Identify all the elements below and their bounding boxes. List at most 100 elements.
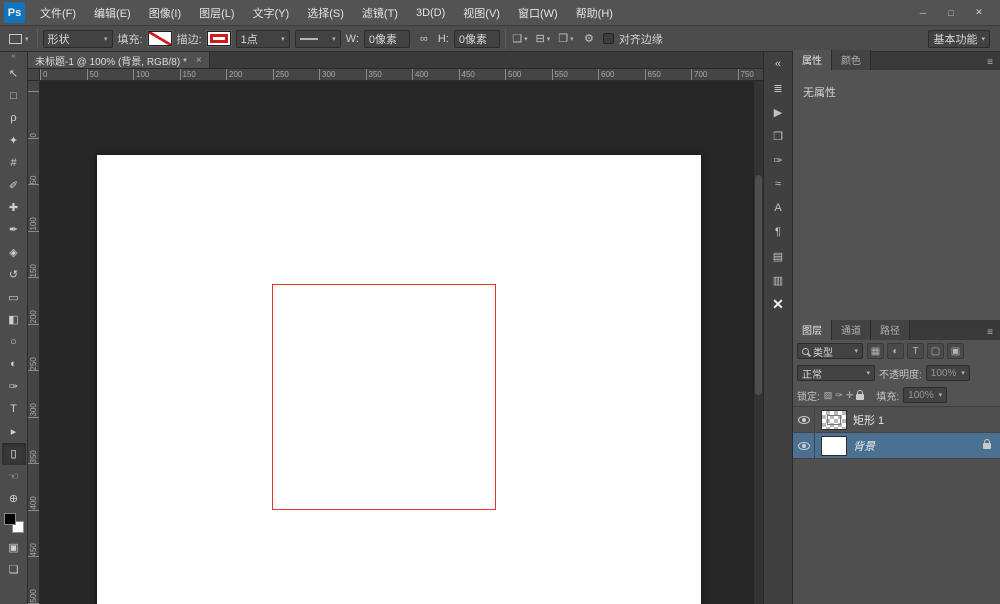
quick-mask-button[interactable]: ▣	[2, 536, 26, 558]
canvas-viewport[interactable]	[40, 81, 753, 604]
menu-item[interactable]: 窗口(W)	[509, 0, 567, 25]
menu-item[interactable]: 选择(S)	[298, 0, 353, 25]
menu-item[interactable]: 图像(I)	[140, 0, 190, 25]
type-tool[interactable]: T	[2, 398, 26, 420]
panel-menu-icon[interactable]: ≡	[980, 325, 1000, 340]
menu-item[interactable]: 文字(Y)	[244, 0, 299, 25]
expand-panels-icon[interactable]: «	[767, 55, 789, 73]
quick-selection-tool[interactable]: ✦	[2, 129, 26, 151]
menu-item[interactable]: 滤镜(T)	[353, 0, 407, 25]
maximize-button[interactable]: □	[938, 5, 964, 21]
vertical-scrollbar[interactable]	[753, 81, 763, 604]
move-tool[interactable]: ↖	[2, 62, 26, 84]
fill-opacity-select[interactable]: 100% ▾	[903, 387, 947, 403]
blur-tool[interactable]: ○	[2, 331, 26, 353]
history-brush-tool[interactable]: ↺	[2, 264, 26, 286]
canvas-page[interactable]	[97, 155, 701, 604]
filter-adjustment-layers-icon[interactable]: ◐	[887, 343, 904, 359]
history-panel-icon[interactable]: ≣	[767, 79, 789, 97]
foreground-color-swatch[interactable]	[4, 513, 16, 525]
crop-tool[interactable]: #	[2, 152, 26, 174]
layer-filter-select[interactable]: 类型 ▾	[797, 343, 863, 359]
fill-color-swatch[interactable]	[148, 31, 172, 46]
tab-paths[interactable]: 路径	[871, 320, 910, 340]
clone-stamp-tool[interactable]: ◈	[2, 241, 26, 263]
healing-brush-tool[interactable]: ✚	[2, 196, 26, 218]
menu-item[interactable]: 编辑(E)	[85, 0, 140, 25]
zoom-tool[interactable]: ⊕	[2, 487, 26, 509]
layer-row-rectangle[interactable]: 矩形 1	[793, 407, 1000, 433]
layer-name[interactable]: 矩形 1	[853, 412, 884, 428]
tool-preset-picker[interactable]: ▾	[6, 32, 32, 46]
blend-mode-select[interactable]: 正常 ▾	[797, 365, 875, 381]
pen-tool[interactable]: ✑	[2, 375, 26, 397]
geometry-options-button[interactable]: ⚙	[580, 29, 598, 49]
workspace-switcher[interactable]: 基本功能 ▾	[928, 30, 990, 48]
path-alignment-button[interactable]: ⊟ ▾	[534, 29, 552, 49]
foreground-background-swatches[interactable]	[4, 513, 24, 533]
close-button[interactable]: ✕	[966, 5, 992, 21]
filter-smart-objects-icon[interactable]: ▣	[947, 343, 964, 359]
stroke-type-select[interactable]: ▾	[295, 30, 341, 48]
path-arrange-button[interactable]: ❐ ▾	[557, 29, 575, 49]
rectangle-tool[interactable]: ▯	[2, 443, 26, 465]
tab-channels[interactable]: 通道	[832, 320, 871, 340]
menu-item[interactable]: 视图(V)	[454, 0, 509, 25]
scrollbar-thumb[interactable]	[755, 175, 762, 395]
clone-source-panel-icon[interactable]: ❐	[767, 127, 789, 145]
align-edges-checkbox[interactable]	[603, 33, 614, 44]
filter-type-layers-icon[interactable]: T	[907, 343, 924, 359]
layer-row-background[interactable]: 背景	[793, 433, 1000, 459]
eyedropper-tool[interactable]: ✐	[2, 174, 26, 196]
character-panel-icon[interactable]: A	[767, 199, 789, 217]
info-panel-icon[interactable]: ▤	[767, 247, 789, 265]
layer-name[interactable]: 背景	[853, 438, 875, 454]
rectangle-shape[interactable]	[272, 284, 496, 510]
actions-panel-icon[interactable]: ▶	[767, 103, 789, 121]
filter-shape-layers-icon[interactable]: ▢	[927, 343, 944, 359]
menu-item[interactable]: 文件(F)	[31, 0, 85, 25]
layer-thumbnail[interactable]	[821, 436, 847, 456]
lasso-tool[interactable]: ρ	[2, 107, 26, 129]
lock-all-icon[interactable]	[856, 394, 864, 400]
lock-transparent-icon[interactable]: ▨	[824, 390, 833, 401]
tool-presets-panel-icon[interactable]: ✑	[767, 151, 789, 169]
filter-pixel-layers-icon[interactable]: ▦	[867, 343, 884, 359]
eraser-tool[interactable]: ▭	[2, 286, 26, 308]
toolbar-collapse-icon[interactable]: «	[12, 52, 16, 62]
opacity-select[interactable]: 100% ▾	[926, 365, 970, 381]
screen-mode-button[interactable]: ❏	[2, 558, 26, 580]
visibility-toggle[interactable]	[793, 433, 815, 458]
paragraph-panel-icon[interactable]: ¶	[767, 223, 789, 241]
tab-properties[interactable]: 属性	[793, 50, 832, 70]
document-tab[interactable]: 未标题-1 @ 100% (背景, RGB/8) * ×	[28, 52, 210, 68]
tab-layers[interactable]: 图层	[793, 320, 832, 340]
tab-color[interactable]: 颜色	[832, 50, 871, 70]
link-dimensions-icon[interactable]: ∞	[415, 29, 433, 49]
layer-thumbnail[interactable]	[821, 410, 847, 430]
close-panel-icon[interactable]: ✕	[767, 295, 789, 313]
close-tab-icon[interactable]: ×	[196, 55, 202, 66]
width-input[interactable]: 0像素	[364, 30, 410, 48]
minimize-button[interactable]: ─	[910, 5, 936, 21]
path-operations-button[interactable]: ❑ ▾	[511, 29, 529, 49]
stroke-color-swatch[interactable]	[207, 31, 231, 46]
height-input[interactable]: 0像素	[454, 30, 500, 48]
brush-tool[interactable]: ✒	[2, 219, 26, 241]
dodge-tool[interactable]: ◐	[2, 353, 26, 375]
hand-tool[interactable]: ☜	[2, 465, 26, 487]
lock-position-icon[interactable]: ✛	[846, 390, 854, 401]
histogram-panel-icon[interactable]: ▥	[767, 271, 789, 289]
lock-image-icon[interactable]: ✑	[835, 390, 843, 401]
menu-item[interactable]: 帮助(H)	[567, 0, 622, 25]
path-selection-tool[interactable]: ▸	[2, 420, 26, 442]
menu-item[interactable]: 图层(L)	[190, 0, 243, 25]
styles-panel-icon[interactable]: ≈	[767, 175, 789, 193]
menu-item[interactable]: 3D(D)	[407, 0, 454, 25]
visibility-toggle[interactable]	[793, 407, 815, 432]
marquee-tool[interactable]: □	[2, 84, 26, 106]
panel-menu-icon[interactable]: ≡	[980, 55, 1000, 70]
stroke-width-select[interactable]: 1点 ▾	[236, 30, 290, 48]
tool-mode-select[interactable]: 形状 ▾	[43, 30, 113, 48]
gradient-tool[interactable]: ◧	[2, 308, 26, 330]
